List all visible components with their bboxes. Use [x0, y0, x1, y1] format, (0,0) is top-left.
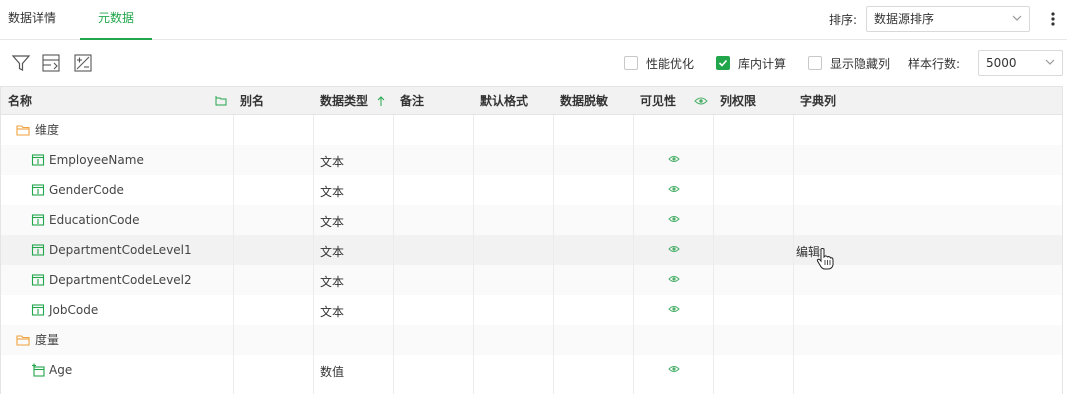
- table-row[interactable]: EducationCode 文本: [1, 205, 1062, 235]
- eye-icon[interactable]: [668, 214, 680, 224]
- column-divider: [793, 115, 794, 394]
- table-row[interactable]: DepartmentCodeLevel2 文本: [1, 265, 1062, 295]
- column-divider: [233, 115, 234, 394]
- col-header-default-format[interactable]: 默认格式: [473, 87, 553, 115]
- top-tab-bar: 数据详情 元数据 排序: 数据源排序: [0, 0, 1067, 40]
- table-row[interactable]: Age 数值: [1, 355, 1062, 385]
- table-row[interactable]: JobCode 文本: [1, 295, 1062, 325]
- eye-icon[interactable]: [668, 304, 680, 314]
- more-vertical-icon[interactable]: [1045, 9, 1061, 29]
- col-header-visibility[interactable]: 可见性: [633, 87, 713, 115]
- col-header-data-type[interactable]: 数据类型: [313, 87, 393, 115]
- row-data-type: 数值: [320, 365, 345, 379]
- row-name: DepartmentCodeLevel2: [49, 273, 192, 287]
- add-folder-icon[interactable]: [215, 95, 227, 107]
- tab-metadata[interactable]: 元数据: [80, 0, 152, 40]
- sample-rows-label: 样本行数:: [908, 57, 961, 71]
- table-row-folder-dimensions[interactable]: 维度: [1, 115, 1062, 145]
- row-name: JobCode: [49, 303, 99, 317]
- measure-field-icon: [32, 363, 45, 377]
- calculated-field-icon[interactable]: [73, 53, 93, 73]
- sort-arrow-icon[interactable]: [375, 95, 387, 107]
- row-name: GenderCode: [49, 183, 124, 197]
- table-row[interactable]: EmployeeName 文本: [1, 145, 1062, 175]
- in-db-compute-checkbox[interactable]: [716, 56, 730, 70]
- eye-icon[interactable]: [668, 274, 680, 284]
- column-divider: [633, 115, 634, 394]
- dimension-field-icon: [31, 274, 45, 286]
- performance-optimize-label: 性能优化: [646, 57, 695, 71]
- dimension-field-icon: [31, 184, 45, 196]
- row-data-type: 文本: [320, 245, 345, 259]
- table-row[interactable]: GenderCode 文本: [1, 175, 1062, 205]
- row-name: 维度: [35, 123, 60, 137]
- row-name: 度量: [35, 333, 60, 347]
- col-header-alias[interactable]: 别名: [233, 87, 313, 115]
- col-header-column-permission[interactable]: 列权限: [713, 87, 793, 115]
- sample-rows-value: 5000: [986, 56, 1017, 70]
- hand-cursor-icon: [816, 248, 834, 270]
- col-header-dictionary[interactable]: 字典列: [793, 87, 1062, 115]
- row-name: Age: [49, 363, 73, 377]
- show-hidden-columns-checkbox[interactable]: [808, 56, 822, 70]
- row-data-type: 文本: [320, 275, 345, 289]
- eye-icon[interactable]: [668, 244, 680, 254]
- sort-select-value: 数据源排序: [874, 12, 935, 26]
- show-hidden-columns-label: 显示隐藏列: [830, 57, 891, 71]
- eye-icon[interactable]: [694, 96, 708, 106]
- dimension-field-icon: [31, 214, 45, 226]
- metadata-table: 名称 别名 数据类型 备注 默认格式 数据脱敏 可见性 列权限 字典列 维度 E…: [0, 86, 1063, 394]
- col-header-visibility-label: 可见性: [640, 94, 677, 108]
- row-data-type: 文本: [320, 215, 345, 229]
- sort-select[interactable]: 数据源排序: [866, 6, 1030, 32]
- row-name: DepartmentCodeLevel1: [49, 243, 192, 257]
- performance-optimize-checkbox[interactable]: [624, 56, 638, 70]
- dimension-field-icon: [31, 304, 45, 316]
- eye-icon[interactable]: [668, 184, 680, 194]
- folder-icon: [16, 125, 30, 136]
- col-header-data-masking[interactable]: 数据脱敏: [553, 87, 633, 115]
- metadata-toolbar: 性能优化 库内计算 显示隐藏列 样本行数: 5000: [0, 40, 1067, 86]
- column-divider: [313, 115, 314, 394]
- folder-icon: [16, 335, 30, 346]
- row-data-type: 文本: [320, 185, 345, 199]
- column-divider: [713, 115, 714, 394]
- row-name: EducationCode: [49, 213, 140, 227]
- sample-rows-select[interactable]: 5000: [978, 50, 1063, 76]
- col-header-name[interactable]: 名称: [1, 87, 233, 115]
- sort-fields-icon[interactable]: [41, 53, 61, 73]
- column-divider: [553, 115, 554, 394]
- row-name: EmployeeName: [49, 153, 144, 167]
- dimension-field-icon: [31, 244, 45, 256]
- dimension-field-icon: [31, 154, 45, 166]
- column-divider: [473, 115, 474, 394]
- chevron-down-icon: [1045, 59, 1055, 65]
- in-db-compute-label: 库内计算: [738, 57, 787, 71]
- eye-icon[interactable]: [668, 154, 680, 164]
- chevron-down-icon: [1012, 15, 1022, 21]
- table-row[interactable]: DepartmentCodeLevel1 文本 编辑: [1, 235, 1062, 265]
- column-divider: [393, 115, 394, 394]
- row-data-type: 文本: [320, 305, 345, 319]
- filter-icon[interactable]: [11, 53, 31, 73]
- table-header: 名称 别名 数据类型 备注 默认格式 数据脱敏 可见性 列权限 字典列: [1, 87, 1062, 115]
- check-icon: [718, 59, 728, 67]
- col-header-remark[interactable]: 备注: [393, 87, 473, 115]
- row-data-type: 文本: [320, 155, 345, 169]
- col-header-data-type-label: 数据类型: [320, 94, 369, 108]
- table-row-folder-measures[interactable]: 度量: [1, 325, 1062, 355]
- col-header-name-label: 名称: [8, 94, 33, 108]
- eye-icon[interactable]: [668, 364, 680, 374]
- tab-data-details[interactable]: 数据详情: [8, 0, 56, 40]
- sort-label: 排序:: [829, 13, 858, 27]
